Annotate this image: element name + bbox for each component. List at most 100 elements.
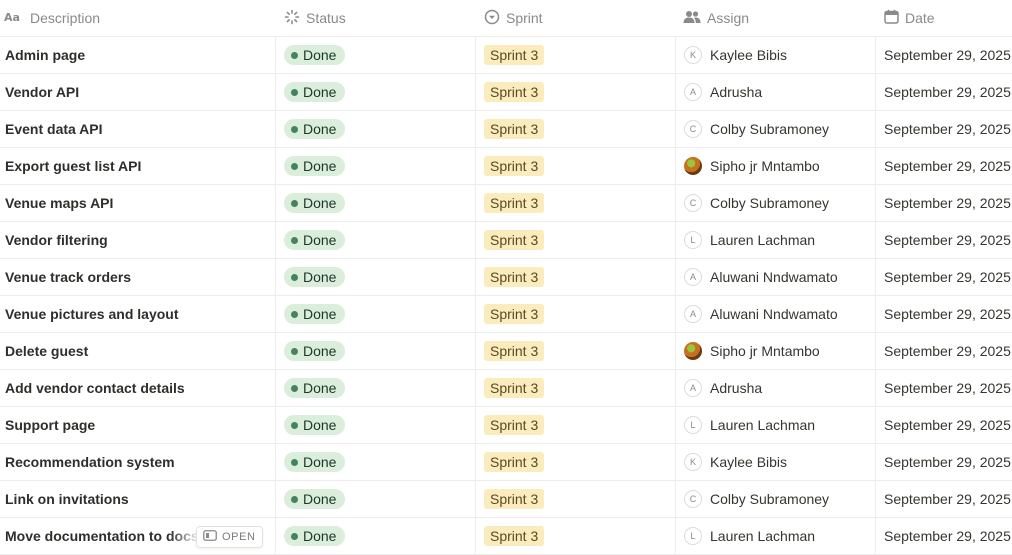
table-row[interactable]: Support page Done Sprint 3 L Lauren Lach… <box>0 407 1012 444</box>
sprint-cell[interactable]: Sprint 3 <box>475 444 675 480</box>
status-cell[interactable]: Done <box>275 518 475 554</box>
date-cell[interactable]: September 29, 2025 <box>875 259 1012 295</box>
sprint-tag: Sprint 3 <box>484 230 545 250</box>
assign-cell[interactable]: L Lauren Lachman <box>675 222 875 258</box>
sprint-cell[interactable]: Sprint 3 <box>475 333 675 369</box>
date-cell[interactable]: September 29, 2025 <box>875 222 1012 258</box>
assign-cell[interactable]: L Lauren Lachman <box>675 518 875 554</box>
status-dot-icon <box>291 532 298 540</box>
sprint-cell[interactable]: Sprint 3 <box>475 111 675 147</box>
date-cell[interactable]: September 29, 2025 <box>875 111 1012 147</box>
assign-cell[interactable]: Sipho jr Mntambo <box>675 333 875 369</box>
status-cell[interactable]: Done <box>275 185 475 221</box>
description-cell[interactable]: Venue pictures and layout <box>0 296 275 332</box>
date-cell[interactable]: September 29, 2025 <box>875 74 1012 110</box>
sprint-cell[interactable]: Sprint 3 <box>475 481 675 517</box>
table-row[interactable]: Venue track orders Done Sprint 3 A Aluwa… <box>0 259 1012 296</box>
status-cell[interactable]: Done <box>275 148 475 184</box>
description-cell[interactable]: Event data API <box>0 111 275 147</box>
date-cell[interactable]: September 29, 2025 <box>875 481 1012 517</box>
sprint-tag: Sprint 3 <box>484 45 545 65</box>
description-cell[interactable]: Export guest list API <box>0 148 275 184</box>
status-dot-icon <box>291 199 298 207</box>
column-header-date[interactable]: Date <box>875 0 1012 36</box>
description-cell[interactable]: Add vendor contact details <box>0 370 275 406</box>
table-row[interactable]: Recommendation system Done Sprint 3 K Ka… <box>0 444 1012 481</box>
table-row[interactable]: Vendor filtering Done Sprint 3 L Lauren … <box>0 222 1012 259</box>
sprint-cell[interactable]: Sprint 3 <box>475 185 675 221</box>
date-cell[interactable]: September 29, 2025 <box>875 370 1012 406</box>
column-header-assign[interactable]: Assign <box>675 0 875 36</box>
table-row[interactable]: Admin page Done Sprint 3 K Kaylee Bibis … <box>0 37 1012 74</box>
status-cell[interactable]: Done <box>275 333 475 369</box>
date-cell[interactable]: September 29, 2025 <box>875 296 1012 332</box>
status-dot-icon <box>291 51 298 59</box>
sprint-cell[interactable]: Sprint 3 <box>475 296 675 332</box>
date-cell[interactable]: September 29, 2025 <box>875 185 1012 221</box>
date-cell[interactable]: September 29, 2025 <box>875 148 1012 184</box>
description-text: Recommendation system <box>5 454 175 470</box>
assign-cell[interactable]: A Adrusha <box>675 370 875 406</box>
status-cell[interactable]: Done <box>275 444 475 480</box>
status-cell[interactable]: Done <box>275 111 475 147</box>
status-badge: Done <box>284 82 346 102</box>
column-header-sprint[interactable]: Sprint <box>475 0 675 36</box>
description-cell[interactable]: Vendor API <box>0 74 275 110</box>
sprint-cell[interactable]: Sprint 3 <box>475 148 675 184</box>
description-cell[interactable]: Vendor filtering <box>0 222 275 258</box>
sprint-cell[interactable]: Sprint 3 <box>475 518 675 554</box>
assignee-name: Sipho jr Mntambo <box>710 158 820 174</box>
table-row[interactable]: Venue maps API Done Sprint 3 C Colby Sub… <box>0 185 1012 222</box>
date-cell[interactable]: September 29, 2025 <box>875 444 1012 480</box>
status-cell[interactable]: Done <box>275 370 475 406</box>
status-cell[interactable]: Done <box>275 259 475 295</box>
open-page-button[interactable]: OPEN <box>196 526 263 548</box>
assign-cell[interactable]: L Lauren Lachman <box>675 407 875 443</box>
description-cell[interactable]: Admin page <box>0 37 275 73</box>
description-cell[interactable]: Venue track orders <box>0 259 275 295</box>
description-cell[interactable]: Link on invitations <box>0 481 275 517</box>
sprint-cell[interactable]: Sprint 3 <box>475 74 675 110</box>
description-cell[interactable]: Delete guest <box>0 333 275 369</box>
assign-cell[interactable]: C Colby Subramoney <box>675 185 875 221</box>
assign-cell[interactable]: C Colby Subramoney <box>675 481 875 517</box>
description-cell[interactable]: Recommendation system <box>0 444 275 480</box>
sprint-cell[interactable]: Sprint 3 <box>475 222 675 258</box>
assign-cell[interactable]: A Adrusha <box>675 74 875 110</box>
table-row[interactable]: Add vendor contact details Done Sprint 3… <box>0 370 1012 407</box>
status-cell[interactable]: Done <box>275 296 475 332</box>
table-row[interactable]: Move documentation to docsify OPEN Done … <box>0 518 1012 555</box>
assign-cell[interactable]: K Kaylee Bibis <box>675 444 875 480</box>
date-cell[interactable]: September 29, 2025 <box>875 333 1012 369</box>
assign-cell[interactable]: A Aluwani Nndwamato <box>675 259 875 295</box>
status-cell[interactable]: Done <box>275 222 475 258</box>
description-cell[interactable]: Move documentation to docsify OPEN <box>0 518 275 554</box>
date-cell[interactable]: September 29, 2025 <box>875 407 1012 443</box>
table-row[interactable]: Delete guest Done Sprint 3 Sipho jr Mnta… <box>0 333 1012 370</box>
table-row[interactable]: Link on invitations Done Sprint 3 C Colb… <box>0 481 1012 518</box>
status-cell[interactable]: Done <box>275 37 475 73</box>
table-row[interactable]: Venue pictures and layout Done Sprint 3 … <box>0 296 1012 333</box>
date-cell[interactable]: September 29, 2025 <box>875 518 1012 554</box>
sprint-cell[interactable]: Sprint 3 <box>475 370 675 406</box>
assign-cell[interactable]: K Kaylee Bibis <box>675 37 875 73</box>
status-cell[interactable]: Done <box>275 74 475 110</box>
table-row[interactable]: Event data API Done Sprint 3 C Colby Sub… <box>0 111 1012 148</box>
assign-cell[interactable]: Sipho jr Mntambo <box>675 148 875 184</box>
table-row[interactable]: Vendor API Done Sprint 3 A Adrusha Septe… <box>0 74 1012 111</box>
status-cell[interactable]: Done <box>275 407 475 443</box>
sprint-cell[interactable]: Sprint 3 <box>475 407 675 443</box>
assignee-name: Kaylee Bibis <box>710 454 788 470</box>
avatar: A <box>684 379 702 397</box>
status-cell[interactable]: Done <box>275 481 475 517</box>
column-header-status[interactable]: Status <box>275 0 475 36</box>
assign-cell[interactable]: C Colby Subramoney <box>675 111 875 147</box>
description-cell[interactable]: Support page <box>0 407 275 443</box>
column-header-description[interactable]: Aa Description <box>0 0 275 36</box>
table-row[interactable]: Export guest list API Done Sprint 3 Siph… <box>0 148 1012 185</box>
assign-cell[interactable]: A Aluwani Nndwamato <box>675 296 875 332</box>
sprint-cell[interactable]: Sprint 3 <box>475 37 675 73</box>
sprint-cell[interactable]: Sprint 3 <box>475 259 675 295</box>
description-cell[interactable]: Venue maps API <box>0 185 275 221</box>
date-cell[interactable]: September 29, 2025 <box>875 37 1012 73</box>
